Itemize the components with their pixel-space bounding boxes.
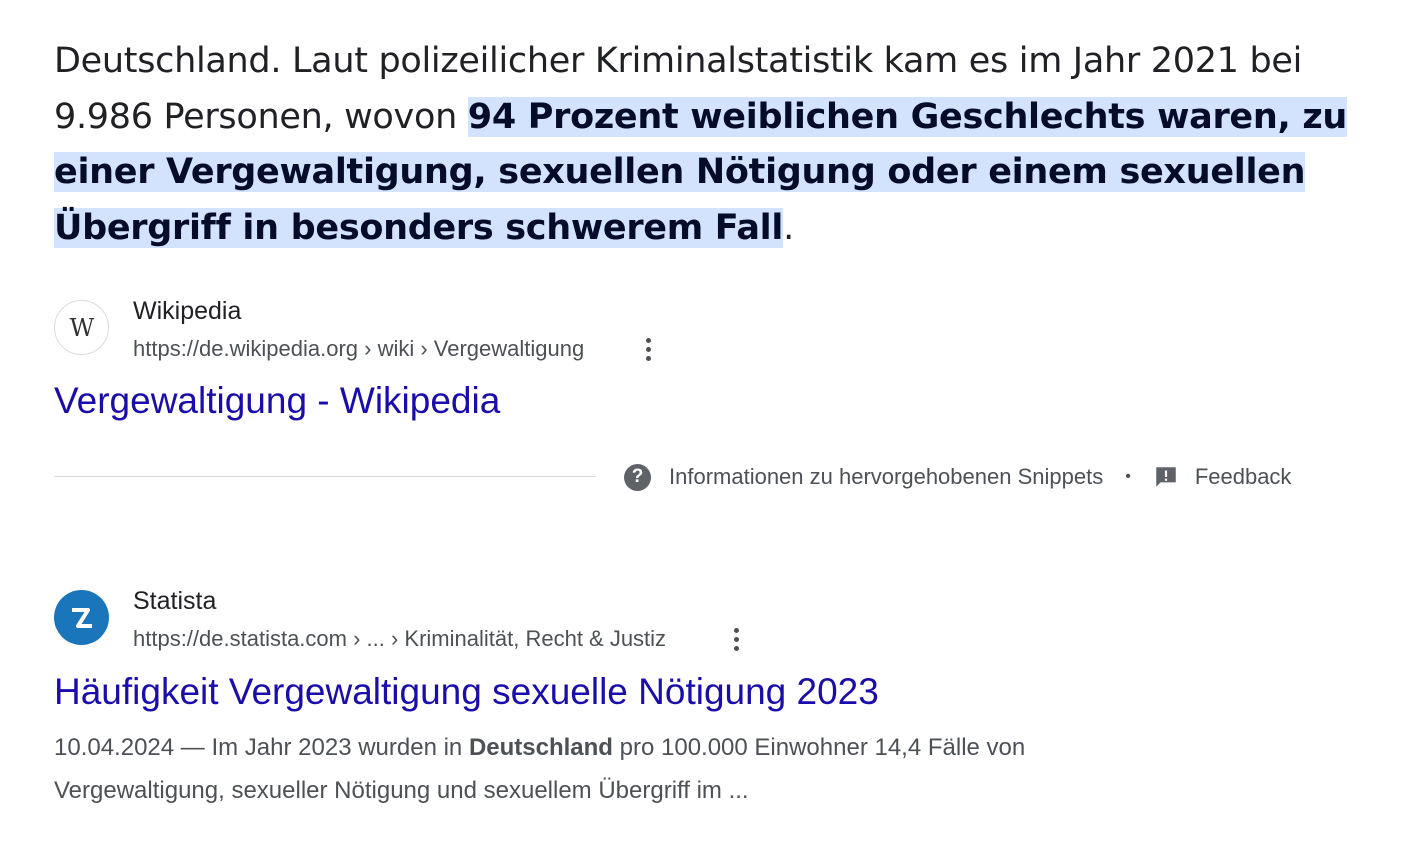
source-url[interactable]: https://de.statista.com › ... › Kriminal… [133,626,666,652]
snippet-highlight-2: einer Vergewaltigung, sexuellen Nötigung… [54,152,1306,192]
svg-text:W: W [69,316,94,340]
snippet-text-line2: 9.986 Personen, wovon [54,96,468,137]
snippet-footer: ? Informationen zu hervorgehobenen Snipp… [624,462,1291,492]
snippet-highlight-1: 94 Prozent weiblichen Geschlechts waren,… [467,96,1348,137]
result-title-link[interactable]: Vergewaltigung - Wikipedia [54,380,500,422]
description-text-line2: Vergewaltigung, sexueller Nötigung und s… [54,777,749,804]
statista-logo-icon[interactable] [54,590,109,645]
featured-source: W Wikipedia https://de.wikipedia.org › w… [54,297,954,430]
wikipedia-logo-icon[interactable]: W [54,300,109,355]
description-text: — Im Jahr 2023 wurden in [174,734,469,761]
more-options-icon[interactable] [724,624,748,654]
snippet-text-line1: Deutschland. Laut polizeilicher Kriminal… [54,41,1303,81]
source-name[interactable]: Wikipedia [133,297,241,326]
feedback-icon[interactable] [1153,464,1179,490]
divider [54,476,596,477]
source-name[interactable]: Statista [133,587,216,616]
result-title-link[interactable]: Häufigkeit Vergewaltigung sexuelle Nötig… [54,671,879,713]
more-options-icon[interactable] [636,334,660,364]
result-date: 10.04.2024 [54,734,175,761]
about-snippets-link[interactable]: Informationen zu hervorgehobenen Snippet… [669,464,1103,490]
search-result: Statista https://de.statista.com › ... ›… [54,587,954,720]
help-icon[interactable]: ? [624,463,651,491]
snippet-text-end: . [783,207,794,248]
source-url[interactable]: https://de.wikipedia.org › wiki › Vergew… [133,336,584,362]
feedback-link[interactable]: Feedback [1195,464,1292,490]
description-bold-term: Deutschland [468,734,613,761]
snippet-highlight-3: Übergriff in besonders schwerem Fall [54,207,784,248]
separator: • [1125,468,1131,485]
description-text: pro 100.000 Einwohner 14,4 Fälle von [612,734,1026,761]
result-description: 10.04.2024 — Im Jahr 2023 wurden in Deut… [54,726,1234,812]
featured-snippet-text: Deutschland. Laut polizeilicher Kriminal… [54,34,1354,256]
